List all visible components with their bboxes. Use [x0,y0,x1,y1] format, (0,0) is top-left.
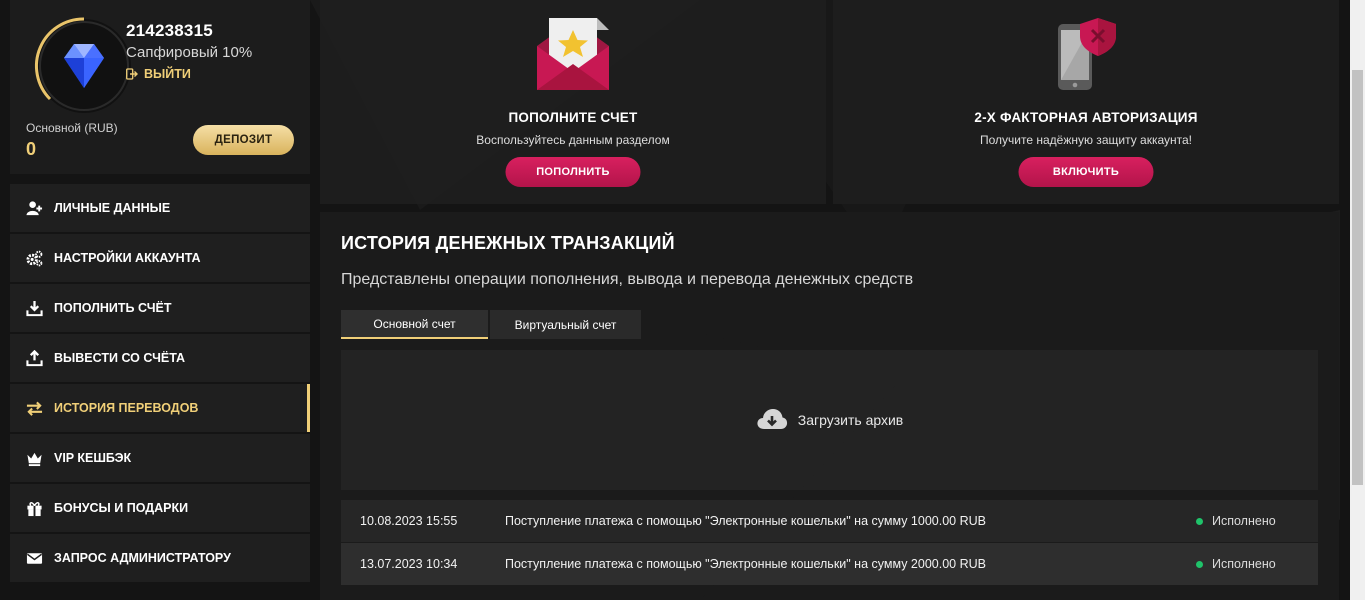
sidebar-item-personal-data[interactable]: ЛИЧНЫЕ ДАННЫЕ [10,184,310,232]
logout-icon [126,68,138,80]
tx-description: Поступление платежа с помощью "Электронн… [505,557,986,571]
scrollbar-thumb[interactable] [1352,70,1363,485]
balance-label: Основной (RUB) [26,121,118,135]
enable-2fa-button[interactable]: ВКЛЮЧИТЬ [1018,157,1154,187]
user-level: Сапфировый 10% [126,44,253,61]
phone-shield-icon [1058,18,1116,90]
crown-icon [25,449,43,467]
user-id: 214238315 [126,21,213,40]
card-title: ПОПОЛНИТЕ СЧЕТ [508,110,638,125]
tx-description: Поступление платежа с помощью "Электронн… [505,514,986,528]
cloud-download-icon [757,409,787,429]
gears-icon [25,249,43,267]
sidebar-item-bonuses[interactable]: БОНУСЫ И ПОДАРКИ [10,484,310,532]
envelope-icon [25,549,43,567]
sidebar-item-label: НАСТРОЙКИ АККАУНТА [54,251,201,265]
page-subtitle: Представлены операции пополнения, вывода… [341,271,914,288]
sidebar-item-deposit[interactable]: ПОПОЛНИТЬ СЧЁТ [10,284,310,332]
sidebar-menu: ЛИЧНЫЕ ДАННЫЕ НАСТРОЙКИ АККАУНТА ПОПОЛНИ… [10,184,310,582]
tx-status-label: Исполнено [1212,514,1276,528]
page-scrollbar[interactable] [1350,0,1365,600]
sidebar-item-label: ЗАПРОС АДМИНИСТРАТОРУ [54,551,231,565]
sidebar-item-withdraw[interactable]: ВЫВЕСТИ СО СЧЁТА [10,334,310,382]
tab-main-account[interactable]: Основной счет [341,310,488,339]
sidebar-item-admin-request[interactable]: ЗАПРОС АДМИНИСТРАТОРУ [10,534,310,582]
gift-icon [25,499,43,517]
top-up-button[interactable]: ПОПОЛНИТЬ [505,157,641,187]
page-title: ИСТОРИЯ ДЕНЕЖНЫХ ТРАНЗАКЦИЙ [341,233,675,253]
balance-value: 0 [26,139,37,159]
deposit-button[interactable]: ДЕПОЗИТ [193,125,294,155]
account-tabs: Основной счет Виртуальный счет [341,310,641,339]
status-badge: Исполнено [1196,514,1318,528]
sidebar-item-account-settings[interactable]: НАСТРОЙКИ АККАУНТА [10,234,310,282]
transaction-history-section: ИСТОРИЯ ДЕНЕЖНЫХ ТРАНЗАКЦИЙ Представлены… [320,212,1339,600]
status-dot-icon [1196,560,1203,568]
user-plus-icon [25,199,43,217]
logout-label: ВЫЙТИ [144,67,191,81]
profile-panel: 214238315 Сапфировый 10% ВЫЙТИ Основной … [10,0,310,174]
status-dot-icon [1196,517,1203,525]
deposit-promo-card: ПОПОЛНИТЕ СЧЕТ Воспользуйтесь данным раз… [320,0,826,204]
sidebar-item-label: ПОПОЛНИТЬ СЧЁТ [54,301,172,315]
tx-status-label: Исполнено [1212,557,1276,571]
upload-icon [25,349,43,367]
logout-link[interactable]: ВЫЙТИ [126,67,191,81]
download-archive-button[interactable]: Загрузить архив [341,350,1318,490]
tab-virtual-account[interactable]: Виртуальный счет [490,310,641,339]
two-factor-promo-card: 2-Х ФАКТОРНАЯ АВТОРИЗАЦИЯ Получите надёж… [833,0,1339,204]
envelope-star-icon [537,18,609,90]
card-title: 2-Х ФАКТОРНАЯ АВТОРИЗАЦИЯ [974,110,1198,125]
sidebar: 214238315 Сапфировый 10% ВЫЙТИ Основной … [10,0,310,584]
sidebar-item-label: VIP КЕШБЭК [54,451,132,465]
sidebar-item-label: ЛИЧНЫЕ ДАННЫЕ [54,201,171,215]
download-icon [25,299,43,317]
exchange-icon [25,399,43,417]
sidebar-item-label: БОНУСЫ И ПОДАРКИ [54,501,189,515]
table-row: 13.07.2023 10:34 Поступление платежа с п… [341,543,1318,585]
sidebar-item-transfer-history[interactable]: ИСТОРИЯ ПЕРЕВОДОВ [10,384,310,432]
tx-date: 10.08.2023 15:55 [360,514,458,528]
archive-label: Загрузить архив [797,412,904,428]
tx-date: 13.07.2023 10:34 [360,557,458,571]
card-subtitle: Получите надёжную защиту аккаунта! [979,133,1192,147]
table-row: 10.08.2023 15:55 Поступление платежа с п… [341,500,1318,542]
status-badge: Исполнено [1196,557,1318,571]
sidebar-item-label: ИСТОРИЯ ПЕРЕВОДОВ [54,401,199,415]
sapphire-avatar [35,17,131,113]
sidebar-item-label: ВЫВЕСТИ СО СЧЁТА [54,351,186,365]
card-subtitle: Воспользуйтесь данным разделом [476,133,670,147]
sidebar-item-vip-cashback[interactable]: VIP КЕШБЭК [10,434,310,482]
